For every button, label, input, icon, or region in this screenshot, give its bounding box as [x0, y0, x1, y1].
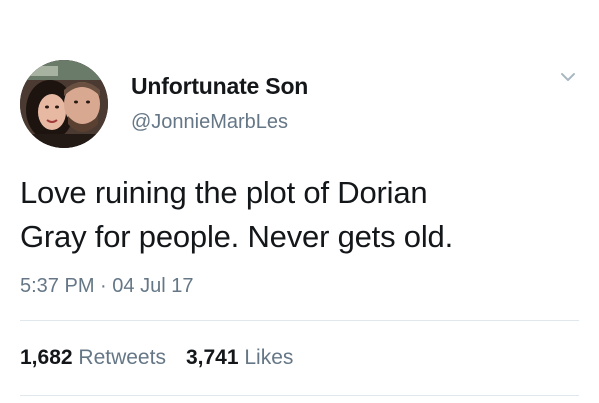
likes-stat[interactable]: 3,741 Likes: [186, 346, 293, 369]
avatar-photo: [20, 60, 108, 148]
divider: [20, 320, 579, 321]
likes-label: Likes: [244, 346, 294, 369]
timestamp-separator: ·: [100, 275, 107, 297]
tweet-date: 04 Jul 17: [112, 275, 194, 297]
tweet-text-line: Love ruining the plot of Dorian: [20, 175, 428, 210]
likes-count: 3,741: [185, 346, 239, 369]
tweet-card: Unfortunate Son @JonnieMarbLes Love ruin…: [0, 0, 599, 403]
retweets-count: 1,682: [20, 346, 73, 369]
user-handle[interactable]: @JonnieMarbLes: [131, 111, 288, 134]
tweet-text-line: Gray for people. Never gets old.: [20, 219, 453, 254]
display-name[interactable]: Unfortunate Son: [131, 73, 308, 100]
retweets-label: Retweets: [78, 346, 166, 369]
divider: [20, 395, 579, 396]
tweet-text: Love ruining the plot of Dorian Gray for…: [20, 171, 580, 259]
engagement-stats: 1,682 Retweets 3,741 Likes: [20, 346, 293, 370]
tweet-timestamp[interactable]: 5:37 PM · 04 Jul 17: [20, 275, 193, 298]
retweets-stat[interactable]: 1,682 Retweets: [20, 346, 166, 369]
chevron-down-icon[interactable]: [559, 68, 577, 86]
tweet-time: 5:37 PM: [20, 275, 95, 297]
avatar[interactable]: [20, 60, 108, 148]
